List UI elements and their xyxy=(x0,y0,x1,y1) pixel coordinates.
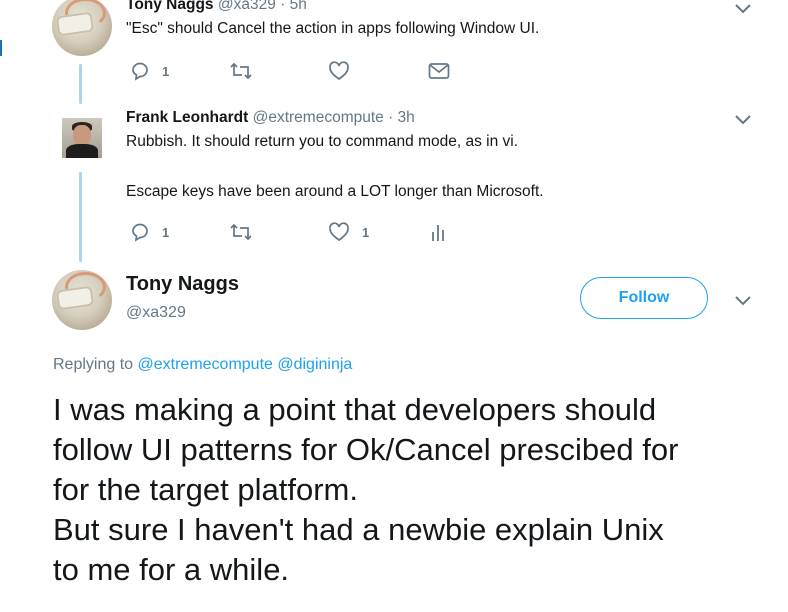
reply-count: 1 xyxy=(162,64,170,79)
text-line: to me for a while. xyxy=(53,552,290,587)
text-line: follow UI patterns for Ok/Cancel prescib… xyxy=(53,432,679,467)
envelope-icon[interactable] xyxy=(428,62,450,80)
mention-link[interactable]: @digininja xyxy=(277,356,352,373)
text-line: But sure I haven't had a newbie explain … xyxy=(53,512,664,547)
replying-prefix: Replying to xyxy=(53,356,134,373)
retweet-icon[interactable] xyxy=(229,61,253,81)
thread-connector xyxy=(79,64,82,104)
heart-icon[interactable] xyxy=(328,222,350,242)
tweet-header: Frank Leonhardt @extremecompute · 3h xyxy=(126,109,415,127)
author-name[interactable]: Tony Naggs xyxy=(126,273,239,296)
mention-link[interactable]: @extremecompute xyxy=(138,356,273,373)
reply-icon[interactable] xyxy=(130,222,150,242)
thread-connector xyxy=(79,172,82,262)
chevron-down-icon[interactable] xyxy=(733,113,753,127)
heart-icon[interactable] xyxy=(328,61,350,81)
text-line: for the target platform. xyxy=(53,472,358,507)
author-handle[interactable]: @xa329 xyxy=(126,304,186,322)
tweet-header: Tony Naggs @xa329 · 5h xyxy=(126,0,307,14)
reply-count: 1 xyxy=(162,225,170,240)
chevron-down-icon[interactable] xyxy=(733,2,753,16)
window-edge-marker xyxy=(0,40,2,56)
avatar[interactable] xyxy=(52,270,112,330)
text-line: I was making a point that developers sho… xyxy=(53,392,657,427)
avatar[interactable] xyxy=(52,0,112,56)
retweet-icon[interactable] xyxy=(229,222,253,242)
tweet-text-line-2: Escape keys have been around a LOT longe… xyxy=(126,183,544,200)
avatar[interactable] xyxy=(62,118,102,158)
follow-button[interactable]: Follow xyxy=(580,277,708,319)
analytics-icon[interactable] xyxy=(430,222,448,242)
author-handle[interactable]: @xa329 · 5h xyxy=(218,0,307,13)
tweet-text-line-1: Rubbish. It should return you to command… xyxy=(126,133,519,150)
tweet-text: "Esc" should Cancel the action in apps f… xyxy=(126,20,540,37)
author-handle[interactable]: @extremecompute · 3h xyxy=(253,109,415,126)
reply-icon[interactable] xyxy=(130,61,150,81)
author-name[interactable]: Frank Leonhardt xyxy=(126,109,248,126)
replying-to: Replying to @extremecompute @digininja xyxy=(53,356,352,374)
chevron-down-icon[interactable] xyxy=(733,294,753,308)
author-name[interactable]: Tony Naggs xyxy=(126,0,214,13)
main-tweet-text: I was making a point that developers sho… xyxy=(53,390,678,590)
like-count: 1 xyxy=(362,225,370,240)
